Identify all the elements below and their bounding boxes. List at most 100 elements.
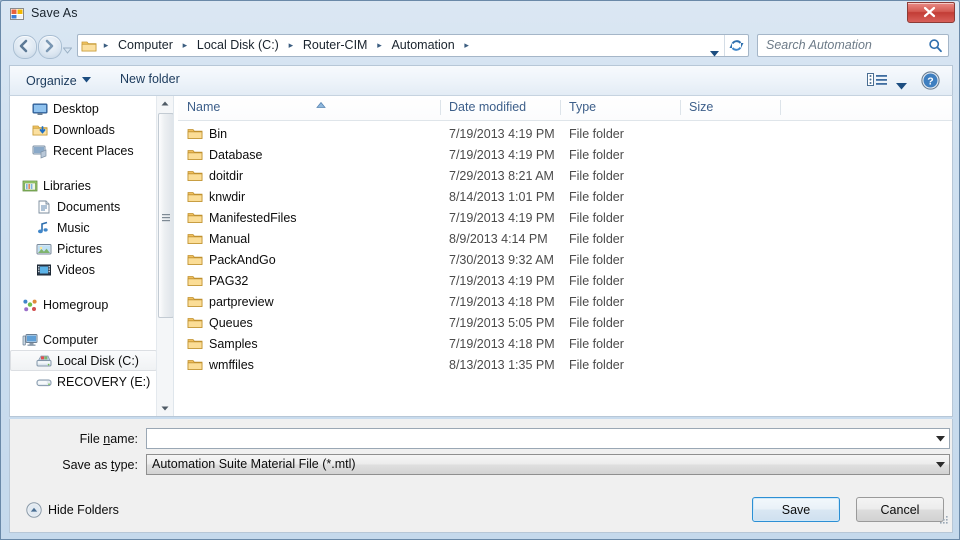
breadcrumb-router-cim[interactable]: Router-CIM bbox=[298, 35, 373, 56]
sidebar-item-computer[interactable]: Computer bbox=[10, 329, 157, 350]
file-name-cell: Bin bbox=[209, 124, 227, 145]
folder-icon bbox=[187, 147, 203, 163]
scroll-down-icon[interactable] bbox=[157, 400, 173, 416]
chevron-down-icon bbox=[936, 462, 945, 468]
sidebar-item-videos[interactable]: Videos bbox=[10, 259, 157, 280]
help-icon[interactable]: ? bbox=[921, 71, 940, 90]
breadcrumb-separator[interactable]: ▸ bbox=[99, 35, 113, 56]
recent-locations-icon[interactable] bbox=[63, 42, 72, 51]
cancel-button[interactable]: Cancel bbox=[856, 497, 944, 522]
breadcrumb-separator[interactable]: ▸ bbox=[284, 35, 298, 56]
column-header-size[interactable]: Size bbox=[680, 96, 780, 119]
folder-icon bbox=[81, 38, 97, 54]
save-as-type-select[interactable]: Automation Suite Material File (*.mtl) bbox=[146, 454, 950, 475]
breadcrumb-separator[interactable]: ▸ bbox=[372, 35, 386, 56]
date-modified-cell: 7/19/2013 4:19 PM bbox=[449, 271, 555, 292]
recent-places-icon bbox=[32, 143, 48, 159]
window-title: Save As bbox=[31, 6, 78, 20]
table-row[interactable]: ManifestedFiles7/19/2013 4:19 PMFile fol… bbox=[178, 208, 952, 229]
column-header-type[interactable]: Type bbox=[560, 96, 680, 119]
libraries-icon bbox=[22, 178, 38, 194]
column-header-name[interactable]: Name bbox=[178, 96, 440, 119]
chevron-down-icon bbox=[896, 83, 907, 90]
sidebar-item-homegroup[interactable]: Homegroup bbox=[10, 294, 157, 315]
file-name-dropdown-button[interactable] bbox=[932, 429, 949, 448]
new-folder-button[interactable]: New folder bbox=[120, 72, 180, 86]
table-row[interactable]: Manual8/9/2013 4:14 PMFile folder bbox=[178, 229, 952, 250]
sidebar-item-downloads[interactable]: Downloads bbox=[10, 119, 157, 140]
chevron-down-icon bbox=[710, 44, 719, 62]
table-row[interactable]: PackAndGo7/30/2013 9:32 AMFile folder bbox=[178, 250, 952, 271]
table-row[interactable]: Queues7/19/2013 5:05 PMFile folder bbox=[178, 313, 952, 334]
date-modified-cell: 7/19/2013 4:19 PM bbox=[449, 124, 555, 145]
downloads-icon bbox=[32, 122, 48, 138]
sidebar-item-recent-places[interactable]: Recent Places bbox=[10, 140, 157, 161]
table-row[interactable]: partpreview7/19/2013 4:18 PMFile folder bbox=[178, 292, 952, 313]
table-row[interactable]: Samples7/19/2013 4:18 PMFile folder bbox=[178, 334, 952, 355]
desktop-icon bbox=[32, 101, 48, 117]
forward-button[interactable] bbox=[38, 35, 62, 59]
save-button[interactable]: Save bbox=[752, 497, 840, 522]
sidebar-item-documents[interactable]: Documents bbox=[10, 196, 157, 217]
sidebar-item-recovery-e[interactable]: RECOVERY (E:) bbox=[10, 371, 157, 392]
svg-text:?: ? bbox=[927, 76, 933, 88]
address-bar[interactable]: ▸ Computer ▸ Local Disk (C:) ▸ Router-CI… bbox=[77, 34, 749, 57]
close-button[interactable] bbox=[907, 2, 955, 23]
view-dropdown-button[interactable] bbox=[896, 77, 908, 86]
sidebar-item-music[interactable]: Music bbox=[10, 217, 157, 238]
type-cell: File folder bbox=[569, 292, 624, 313]
breadcrumb-local-disk[interactable]: Local Disk (C:) bbox=[192, 35, 284, 56]
title-bar[interactable]: Save As bbox=[5, 1, 957, 29]
address-dropdown-button[interactable] bbox=[704, 35, 724, 56]
forward-arrow-icon bbox=[42, 39, 56, 53]
scrollbar-thumb[interactable] bbox=[158, 113, 173, 318]
view-layout-icon[interactable] bbox=[866, 71, 890, 91]
table-row[interactable]: knwdir8/14/2013 1:01 PMFile folder bbox=[178, 187, 952, 208]
type-cell: File folder bbox=[569, 187, 624, 208]
date-modified-cell: 7/30/2013 9:32 AM bbox=[449, 250, 554, 271]
sidebar-item-label: Pictures bbox=[57, 242, 102, 256]
folder-icon bbox=[187, 126, 203, 142]
type-cell: File folder bbox=[569, 355, 624, 376]
hide-folders-button[interactable]: Hide Folders bbox=[26, 501, 119, 519]
date-modified-cell: 8/13/2013 1:35 PM bbox=[449, 355, 555, 376]
sidebar-item-pictures[interactable]: Pictures bbox=[10, 238, 157, 259]
folder-icon bbox=[187, 189, 203, 205]
table-row[interactable]: Database7/19/2013 4:19 PMFile folder bbox=[178, 145, 952, 166]
breadcrumb-automation[interactable]: Automation bbox=[386, 35, 459, 56]
hard-drive-icon bbox=[36, 353, 52, 369]
table-row[interactable]: PAG327/19/2013 4:19 PMFile folder bbox=[178, 271, 952, 292]
refresh-button[interactable] bbox=[724, 35, 747, 56]
type-cell: File folder bbox=[569, 145, 624, 166]
date-modified-cell: 7/19/2013 4:19 PM bbox=[449, 208, 555, 229]
sidebar-item-local-disk-c[interactable]: Local Disk (C:) bbox=[10, 350, 157, 371]
sidebar-item-label: Desktop bbox=[53, 102, 99, 116]
search-input[interactable]: Search Automation bbox=[757, 34, 949, 57]
back-button[interactable] bbox=[13, 35, 37, 59]
breadcrumb-computer[interactable]: Computer bbox=[113, 35, 178, 56]
application-window-icon bbox=[9, 6, 25, 22]
type-cell: File folder bbox=[569, 271, 624, 292]
column-header-date-modified[interactable]: Date modified bbox=[440, 96, 560, 119]
resize-grip-icon[interactable] bbox=[937, 512, 949, 530]
type-cell: File folder bbox=[569, 334, 624, 355]
file-name-cell: wmffiles bbox=[209, 355, 254, 376]
column-divider[interactable] bbox=[780, 100, 781, 115]
organize-button[interactable]: Organize bbox=[26, 72, 91, 88]
organize-label: Organize bbox=[26, 74, 77, 88]
scroll-up-icon[interactable] bbox=[157, 96, 173, 112]
breadcrumb-separator[interactable]: ▸ bbox=[460, 35, 474, 56]
pictures-icon bbox=[36, 241, 52, 257]
file-name-field[interactable] bbox=[146, 428, 950, 449]
table-row[interactable]: Bin7/19/2013 4:19 PMFile folder bbox=[178, 124, 952, 145]
sidebar-item-libraries[interactable]: Libraries bbox=[10, 175, 157, 196]
save-as-type-dropdown-button[interactable] bbox=[932, 455, 949, 474]
table-row[interactable]: wmffiles 8/13/2013 1:35 PM File folder bbox=[178, 355, 952, 376]
breadcrumb-separator[interactable]: ▸ bbox=[178, 35, 192, 56]
table-row[interactable]: doitdir7/29/2013 8:21 AMFile folder bbox=[178, 166, 952, 187]
folder-icon bbox=[187, 273, 203, 289]
videos-icon bbox=[36, 262, 52, 278]
type-cell: File folder bbox=[569, 313, 624, 334]
navigation-pane-scrollbar[interactable] bbox=[156, 96, 173, 416]
sidebar-item-desktop[interactable]: Desktop bbox=[10, 98, 157, 119]
